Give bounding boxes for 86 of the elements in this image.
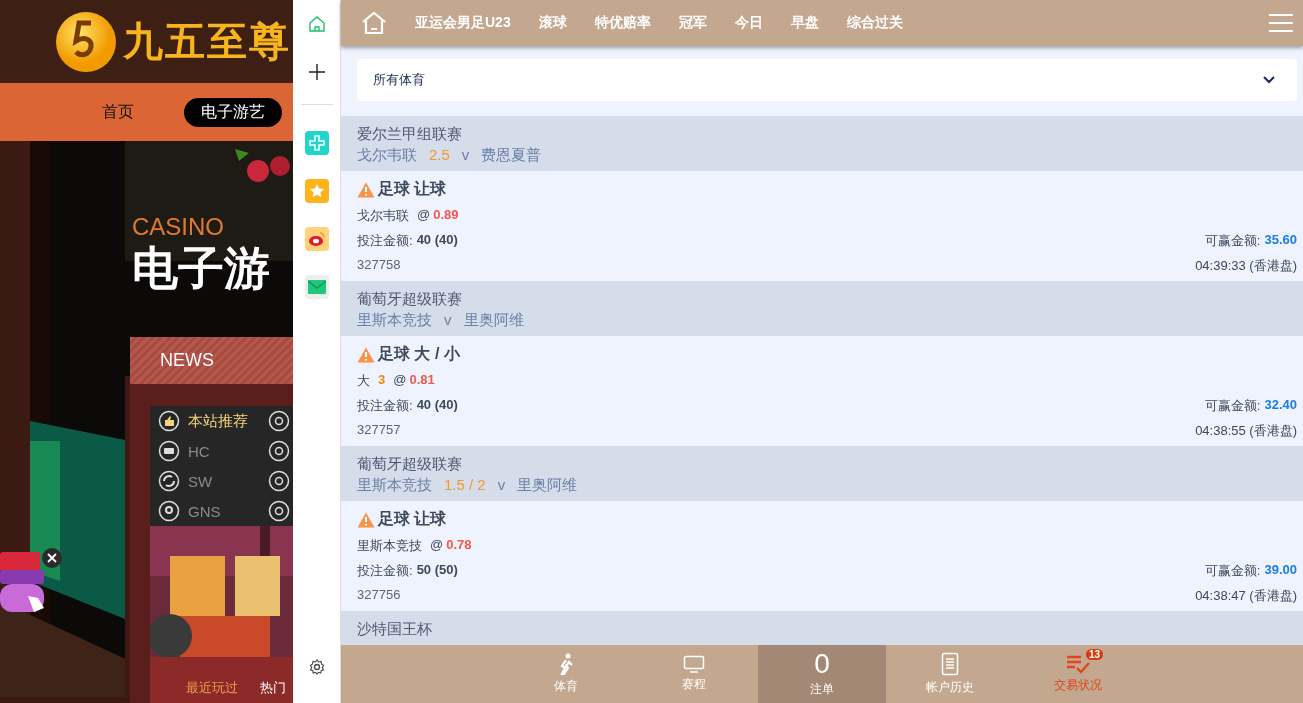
home-icon [361,10,387,35]
odds: 0.78 [446,537,472,554]
bet-title: 足球 让球 [378,509,447,529]
eye-icon [307,231,326,247]
bet-time: 04:38:47 (香港盘) [1195,587,1297,605]
warning-icon [357,511,375,528]
bet-id: 327758 [357,257,401,274]
home-team: 戈尔韦联 [357,146,417,165]
menu-link[interactable]: 滚球 [538,13,567,32]
bet-title: 足球 让球 [378,179,447,199]
win-label: 可赢金额: [1204,232,1261,250]
weibo-button[interactable] [304,227,329,251]
league-name: 葡萄牙超级联赛 [357,290,463,309]
bet-pick: 戈尔韦联 [357,207,409,225]
league-name: 葡萄牙超级联赛 [357,455,463,474]
stake-value: 50 (50) [416,562,458,579]
at-sign: @ [430,537,444,554]
menu-link[interactable]: 冠军 [678,13,707,32]
menu-link[interactable]: 亚运会男足U23 [415,13,511,32]
nav-tab[interactable]: 体育 [502,645,630,703]
handicap: 1.5 / 2 [444,476,486,495]
logo-text: 九五至尊 [123,18,291,66]
nav-tab[interactable]: 交易状况 13 [1014,645,1142,703]
menu-link[interactable]: 特优赔率 [594,13,651,32]
bet-id: 327757 [357,422,401,439]
home-button[interactable] [361,10,387,35]
home-team: 里斯本竞技 [357,311,432,330]
bet-pick: 里斯本竞技 [357,537,422,555]
nav-link[interactable]: 首页 [90,97,146,127]
win-value: 35.60 [1264,232,1297,249]
count-badge: 13 [1086,649,1104,660]
star-icon [308,183,325,199]
favorites-button[interactable] [304,179,329,203]
mail-button[interactable] [304,275,329,299]
versus: v [444,311,452,330]
menu-link[interactable]: 今日 [734,13,763,32]
menu-link[interactable]: 综合过关 [846,13,903,32]
bet-id: 327756 [357,587,401,604]
away-team: 里奥阿维 [517,476,578,495]
document-icon [941,652,959,676]
at-sign: @ [417,207,431,224]
nav-tab[interactable]: 帐户历史 [886,645,1014,703]
plus-icon [307,63,326,81]
menu-button[interactable] [1269,12,1293,33]
stake-value: 40 (40) [416,232,458,249]
stake-value: 40 (40) [416,397,458,414]
win-value: 32.40 [1264,397,1297,414]
league-name: 爱尔兰甲组联赛 [357,125,463,144]
odds: 0.81 [409,372,435,389]
stake-label: 投注金额: [357,397,413,415]
checklist-icon [1066,654,1090,674]
home-icon [307,15,326,33]
stake-label: 投注金额: [357,232,413,250]
versus: v [461,146,470,165]
logo-icon [55,10,117,73]
monitor-icon [683,655,705,673]
mail-icon [307,280,326,294]
versus: v [497,476,506,495]
nav-link[interactable]: 电子游艺 [184,97,282,127]
nav-tab[interactable]: 赛程 [630,645,758,703]
warning-icon [357,181,375,198]
win-value: 39.00 [1264,562,1297,579]
app-button[interactable] [304,131,329,155]
handicap: 2.5 [429,146,450,165]
away-team: 费恩夏普 [481,146,542,165]
away-team: 里奥阿维 [463,311,524,330]
win-label: 可赢金额: [1204,397,1261,415]
at-sign: @ [393,372,407,389]
bet-title: 足球 大 / 小 [378,344,460,364]
odds: 0.89 [433,207,459,224]
bet-line: 3 [378,372,386,389]
home-team: 里斯本竞技 [357,476,432,495]
win-label: 可赢金额: [1204,562,1261,580]
bet-time: 04:38:55 (香港盘) [1195,422,1297,440]
bet-time: 04:39:33 (香港盘) [1195,257,1297,275]
warning-icon [357,346,375,363]
chevron-icon [1263,75,1275,84]
stake-label: 投注金额: [357,562,413,580]
clover-icon [308,135,325,151]
menu-icon [1269,12,1293,33]
league-name: 沙特国王杯 [357,620,433,639]
bet-pick: 大 [357,372,370,390]
sport-select[interactable]: 所有体育 [357,58,1297,101]
menu-link[interactable]: 早盘 [790,13,819,32]
settings-icon [308,659,325,675]
nav-tab[interactable]: 0 注单 [758,645,886,703]
